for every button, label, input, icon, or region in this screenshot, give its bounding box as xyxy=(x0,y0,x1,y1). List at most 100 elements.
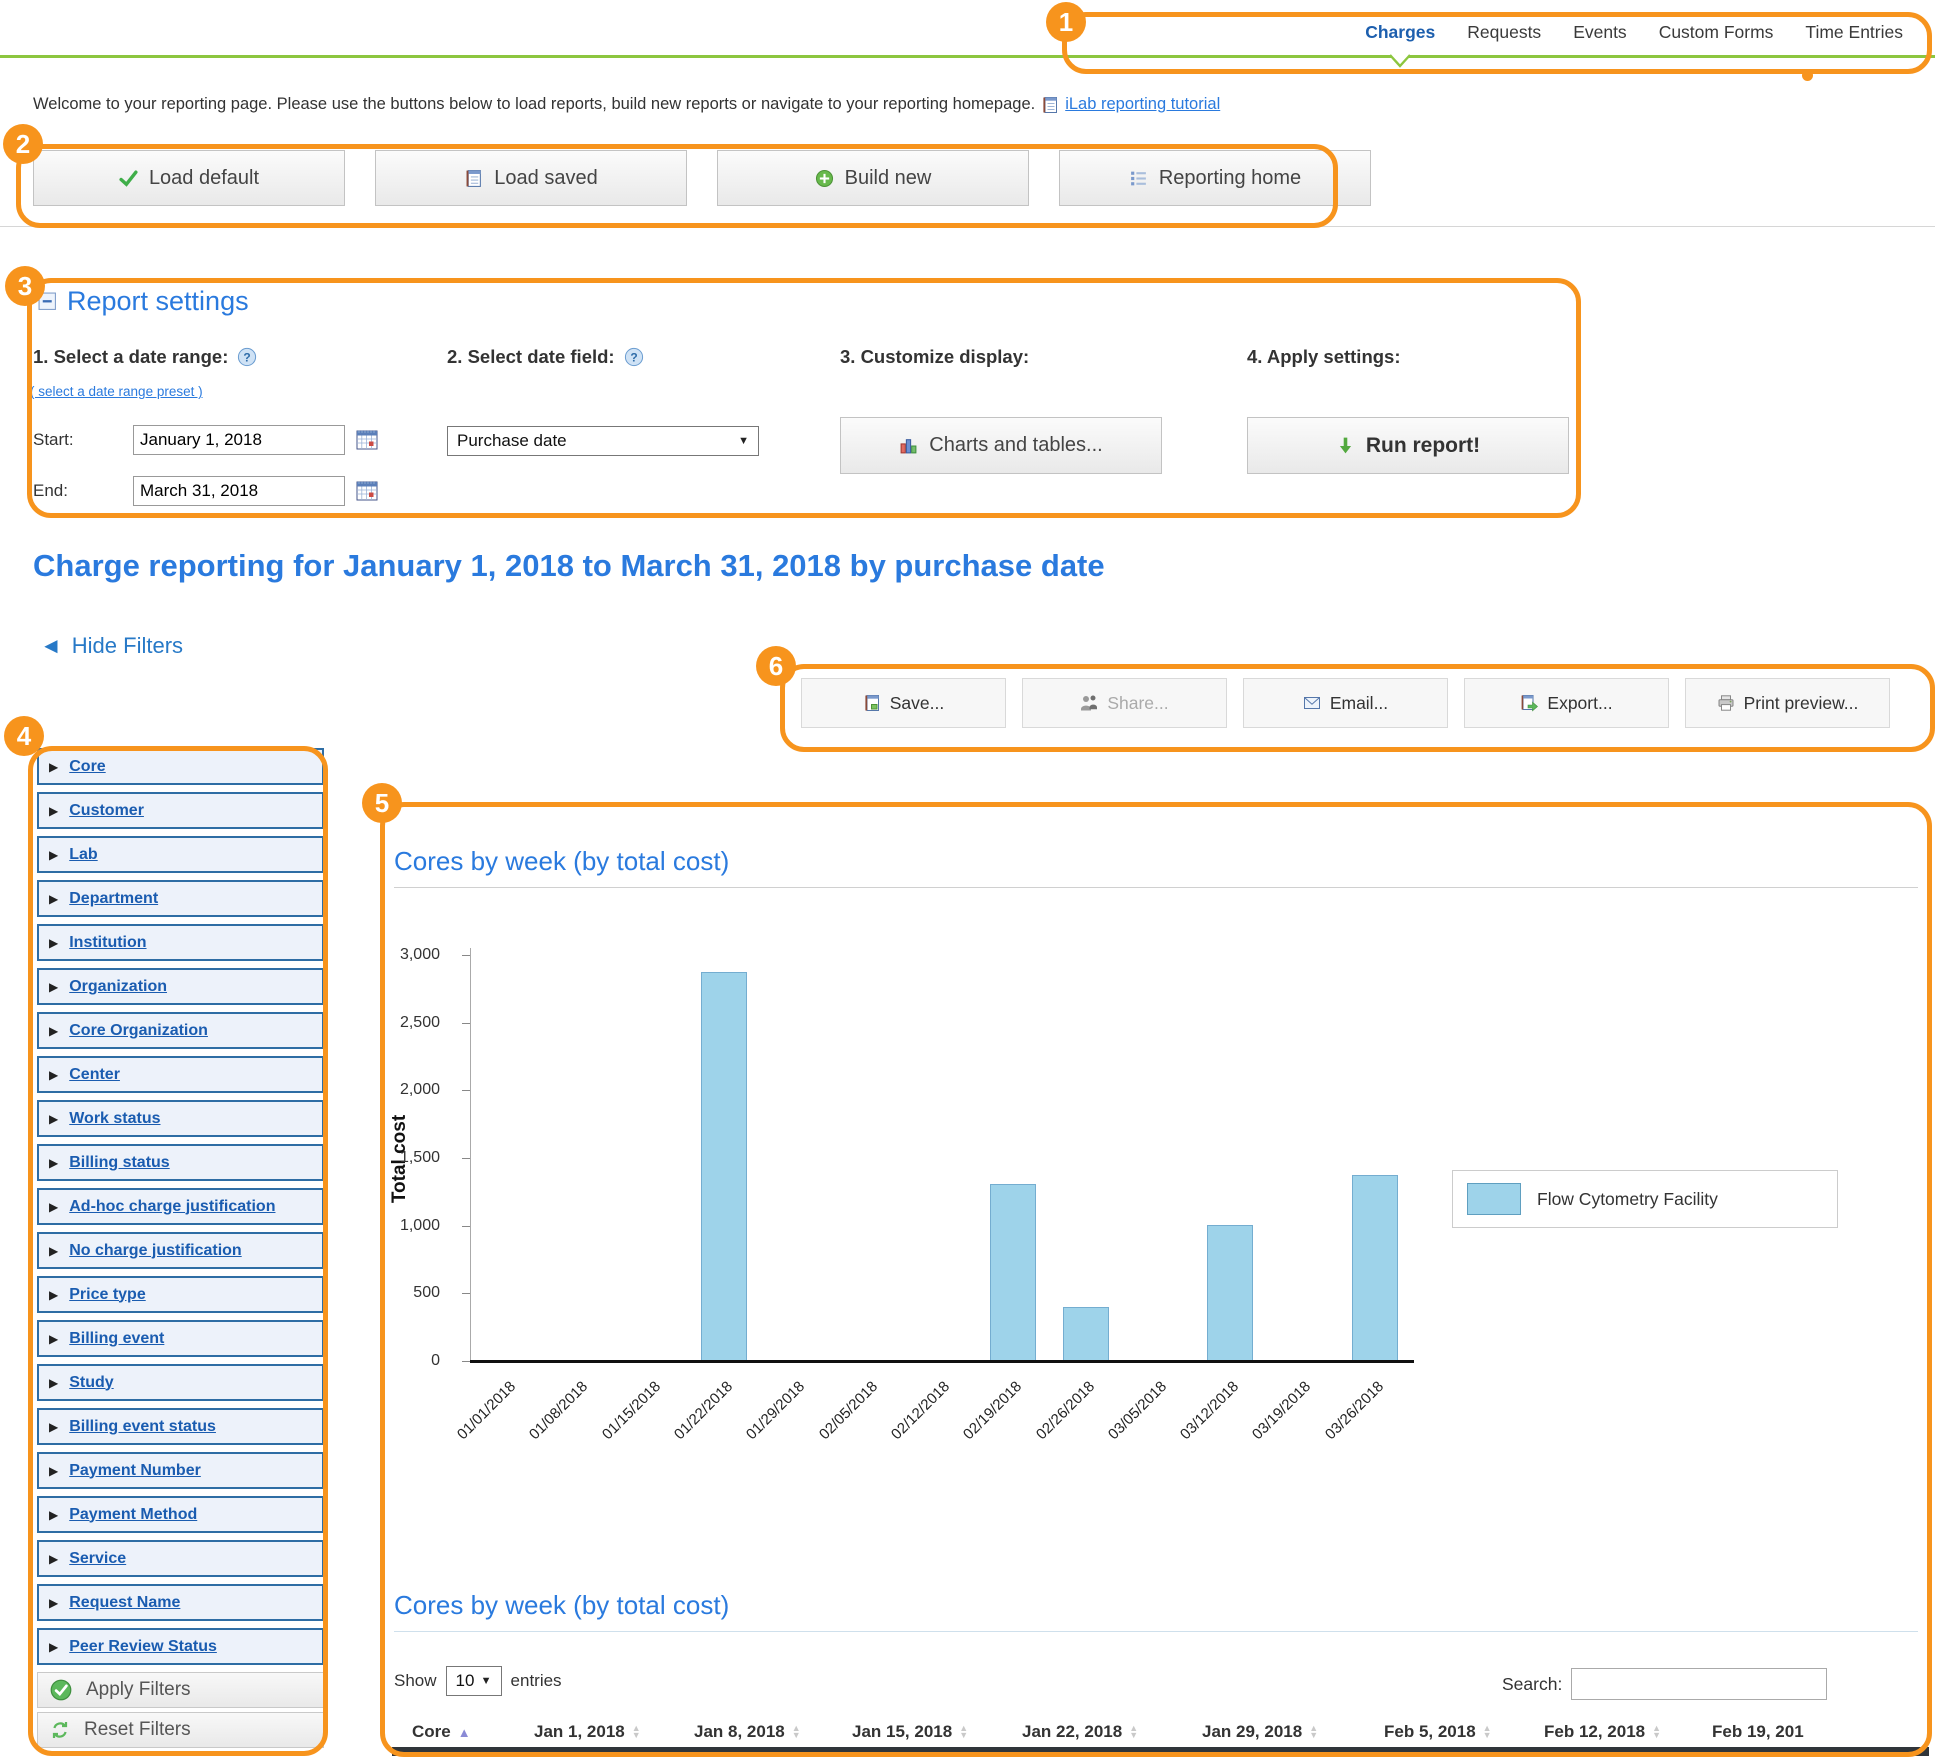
filter-item-price-type[interactable]: ▶Price type xyxy=(37,1276,324,1313)
annotation-number-5: 5 xyxy=(362,783,402,823)
filter-item-organization[interactable]: ▶Organization xyxy=(37,968,324,1005)
filter-item-payment-number[interactable]: ▶Payment Number xyxy=(37,1452,324,1489)
tutorial-icon xyxy=(1041,96,1059,114)
column-header-feb-19-201[interactable]: Feb 19, 201 xyxy=(1712,1722,1862,1742)
nav-tab-time-entries[interactable]: Time Entries xyxy=(1805,22,1903,43)
envelope-icon xyxy=(1303,694,1321,712)
apply-filters-button[interactable]: Apply Filters xyxy=(37,1672,324,1708)
filter-item-billing-status[interactable]: ▶Billing status xyxy=(37,1144,324,1181)
filter-item-billing-event-status[interactable]: ▶Billing event status xyxy=(37,1408,324,1445)
collapse-minus-icon[interactable] xyxy=(38,292,57,311)
expand-triangle-icon: ▶ xyxy=(49,760,58,774)
plus-circle-icon xyxy=(815,169,834,188)
check-icon xyxy=(119,169,138,188)
help-icon[interactable]: ? xyxy=(237,347,257,367)
sort-icon: ▲▼ xyxy=(1129,1725,1138,1739)
filter-item-no-charge-justification[interactable]: ▶No charge justification xyxy=(37,1232,324,1269)
welcome-message: Welcome to your reporting page. Please u… xyxy=(33,95,1035,114)
export-button[interactable]: Export... xyxy=(1464,678,1669,728)
column-header-jan-15-2018[interactable]: Jan 15, 2018▲▼ xyxy=(852,1722,1022,1742)
entries-select[interactable]: 10 ▼ xyxy=(446,1666,502,1696)
filter-item-work-status[interactable]: ▶Work status xyxy=(37,1100,324,1137)
report-action-buttons: Load default Load saved Build new Reporting… xyxy=(33,150,1371,206)
column-header-jan-1-2018[interactable]: Jan 1, 2018▲▼ xyxy=(534,1722,694,1742)
save-notebook-icon xyxy=(863,694,881,712)
start-date-input[interactable] xyxy=(133,425,345,455)
nav-tab-events[interactable]: Events xyxy=(1573,22,1627,43)
search-input[interactable] xyxy=(1571,1668,1827,1700)
filter-item-customer[interactable]: ▶Customer xyxy=(37,792,324,829)
calendar-icon[interactable] xyxy=(355,428,379,452)
column-header-jan-8-2018[interactable]: Jan 8, 2018▲▼ xyxy=(694,1722,852,1742)
reporting-home-button[interactable]: Reporting home xyxy=(1059,150,1371,206)
column-header-jan-22-2018[interactable]: Jan 22, 2018▲▼ xyxy=(1022,1722,1202,1742)
people-icon xyxy=(1080,694,1098,712)
build-new-button[interactable]: Build new xyxy=(717,150,1029,206)
filter-item-lab[interactable]: ▶Lab xyxy=(37,836,324,873)
expand-triangle-icon: ▶ xyxy=(49,1288,58,1302)
share-button[interactable]: Share... xyxy=(1022,678,1227,728)
end-date-input[interactable] xyxy=(133,476,345,506)
report-settings-header[interactable]: Report settings xyxy=(38,286,249,317)
start-date-row: Start: xyxy=(33,425,379,455)
run-report-button[interactable]: Run report! xyxy=(1247,417,1569,474)
annotation-number-1: 1 xyxy=(1046,2,1086,42)
hide-filters-link[interactable]: ◄ Hide Filters xyxy=(40,633,183,659)
expand-triangle-icon: ▶ xyxy=(49,1156,58,1170)
expand-triangle-icon: ▶ xyxy=(49,1200,58,1214)
expand-triangle-icon: ▶ xyxy=(49,1068,58,1082)
column-header-feb-12-2018[interactable]: Feb 12, 2018▲▼ xyxy=(1544,1722,1712,1742)
table-search-control: Search: xyxy=(1502,1668,1827,1700)
bar-series xyxy=(471,954,1411,1360)
filter-item-ad-hoc-charge-justification[interactable]: ▶Ad-hoc charge justification xyxy=(37,1188,324,1225)
left-arrow-icon: ◄ xyxy=(40,633,62,659)
column-header-core[interactable]: Core▲ xyxy=(412,1722,534,1742)
save-button[interactable]: Save... xyxy=(801,678,1006,728)
nav-tab-custom-forms[interactable]: Custom Forms xyxy=(1659,22,1774,43)
tutorial-link[interactable]: iLab reporting tutorial xyxy=(1065,95,1220,114)
filter-item-service[interactable]: ▶Service xyxy=(37,1540,324,1577)
sort-icon: ▲▼ xyxy=(1483,1725,1492,1739)
down-arrow-icon xyxy=(1336,436,1355,455)
email-button[interactable]: Email... xyxy=(1243,678,1448,728)
column-header-jan-29-2018[interactable]: Jan 29, 2018▲▼ xyxy=(1202,1722,1384,1742)
chevron-down-icon: ▼ xyxy=(738,435,749,447)
end-date-row: End: xyxy=(33,476,379,506)
filter-item-peer-review-status[interactable]: ▶Peer Review Status xyxy=(37,1628,324,1665)
filter-item-core[interactable]: ▶Core xyxy=(37,748,324,785)
sort-icon: ▲▼ xyxy=(959,1725,968,1739)
date-range-preset-link[interactable]: ( select a date range preset ) xyxy=(30,384,203,399)
load-saved-button[interactable]: Load saved xyxy=(375,150,687,206)
reset-filters-button[interactable]: Reset Filters xyxy=(37,1712,324,1748)
nav-tab-requests[interactable]: Requests xyxy=(1467,22,1541,43)
hide-filters-label: Hide Filters xyxy=(72,633,183,659)
expand-triangle-icon: ▶ xyxy=(49,804,58,818)
expand-triangle-icon: ▶ xyxy=(49,1112,58,1126)
date-field-select[interactable]: Purchase date ▼ xyxy=(447,426,759,456)
start-label: Start: xyxy=(33,430,133,450)
expand-triangle-icon: ▶ xyxy=(49,1420,58,1434)
filter-item-study[interactable]: ▶Study xyxy=(37,1364,324,1401)
filter-item-payment-method[interactable]: ▶Payment Method xyxy=(37,1496,324,1533)
expand-triangle-icon: ▶ xyxy=(49,1508,58,1522)
printer-icon xyxy=(1717,694,1735,712)
table-title: Cores by week (by total cost) xyxy=(394,1590,1918,1632)
load-default-button[interactable]: Load default xyxy=(33,150,345,206)
filter-item-billing-event[interactable]: ▶Billing event xyxy=(37,1320,324,1357)
print-preview-button[interactable]: Print preview... xyxy=(1685,678,1890,728)
expand-triangle-icon: ▶ xyxy=(49,936,58,950)
charts-and-tables-button[interactable]: Charts and tables... xyxy=(840,417,1162,474)
filter-item-request-name[interactable]: ▶Request Name xyxy=(37,1584,324,1621)
filter-item-core-organization[interactable]: ▶Core Organization xyxy=(37,1012,324,1049)
nav-tab-charges[interactable]: Charges xyxy=(1365,22,1435,43)
annotation-number-6: 6 xyxy=(756,646,796,686)
chart-title: Cores by week (by total cost) xyxy=(394,846,1918,888)
page-title: Charge reporting for January 1, 2018 to … xyxy=(33,548,1105,584)
filter-item-institution[interactable]: ▶Institution xyxy=(37,924,324,961)
filter-item-center[interactable]: ▶Center xyxy=(37,1056,324,1093)
calendar-icon[interactable] xyxy=(355,479,379,503)
help-icon[interactable]: ? xyxy=(624,347,644,367)
chart-bars-icon xyxy=(899,436,918,455)
filter-item-department[interactable]: ▶Department xyxy=(37,880,324,917)
column-header-feb-5-2018[interactable]: Feb 5, 2018▲▼ xyxy=(1384,1722,1544,1742)
